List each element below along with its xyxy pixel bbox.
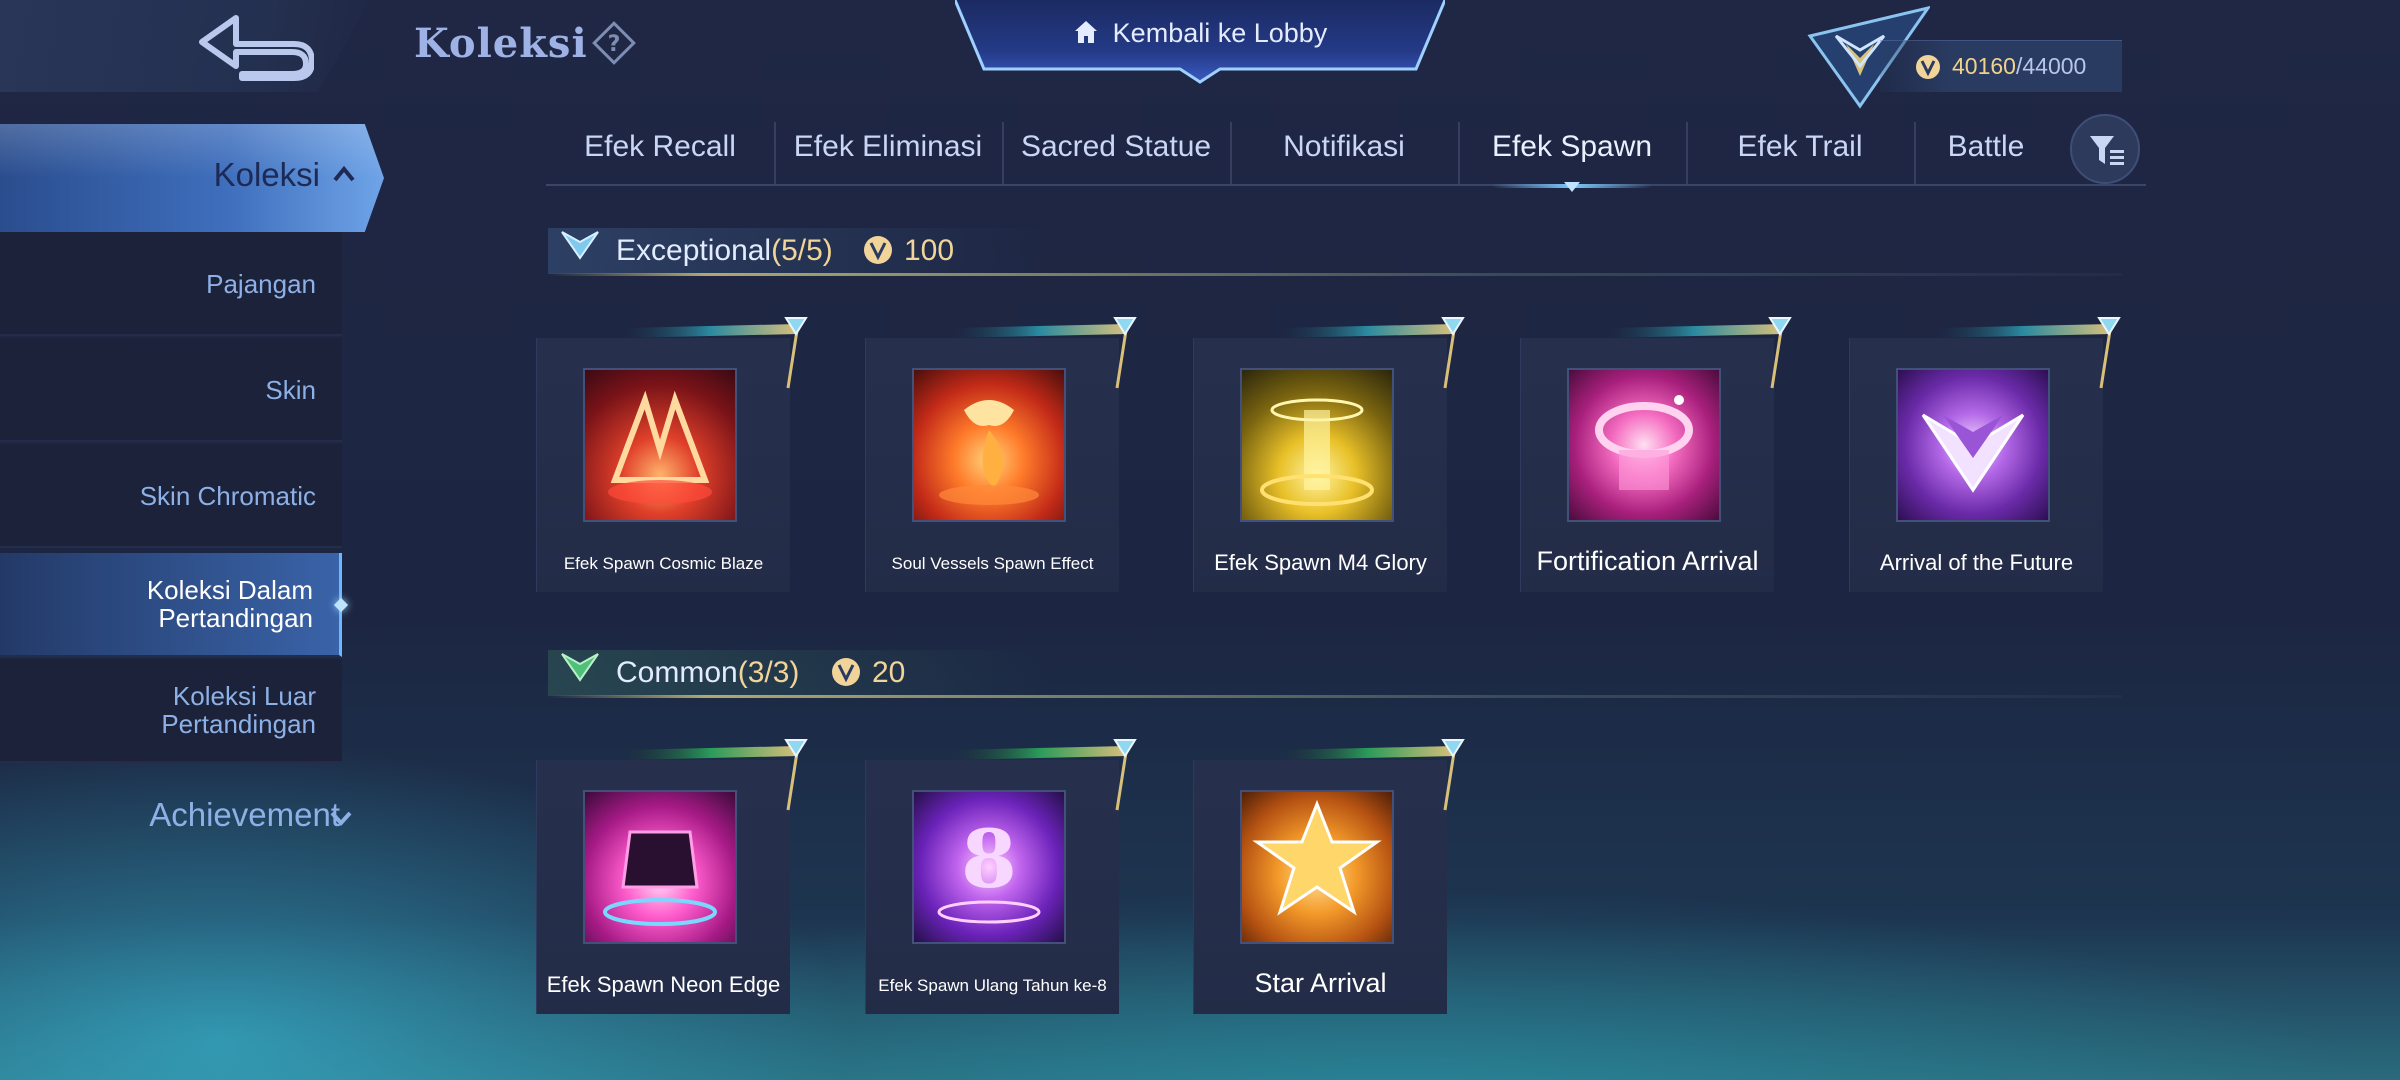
collection-item-card[interactable]: Star Arrival	[1193, 760, 1447, 1014]
coin-icon	[1916, 55, 1940, 79]
sidebar-achievement[interactable]: Achievement	[149, 796, 340, 834]
return-to-lobby-button[interactable]: Kembali ke Lobby	[955, 0, 1445, 84]
card-ribbon-band	[951, 746, 1127, 760]
back-button[interactable]	[0, 0, 370, 92]
sidebar-item-koleksi-luar-pertandingan[interactable]: Koleksi Luar Pertandingan	[0, 659, 342, 763]
sidebar-item-label: Skin Chromatic	[139, 481, 316, 511]
card-tier-gem-icon	[1441, 739, 1465, 758]
svg-text:?: ?	[608, 32, 621, 57]
item-name: Star Arrival	[1254, 968, 1387, 998]
common-tier-icon	[561, 653, 599, 682]
home-icon	[1074, 21, 1097, 43]
section-header-common: Common(3/3) 20	[548, 650, 2122, 698]
collection-item-card[interactable]: Soul Vessels Spawn Effect	[865, 338, 1119, 592]
soul-vessels-thumbnail	[912, 368, 1066, 522]
tab-label: Sacred Statue	[1020, 130, 1212, 163]
card-ribbon-band	[1279, 746, 1455, 760]
collection-item-card[interactable]: Efek Spawn Neon Edge	[536, 760, 790, 1014]
card-ribbon-band	[622, 324, 798, 338]
item-name: Efek Spawn Ulang Tahun ke-8	[878, 976, 1107, 995]
card-tier-gem-icon	[2097, 317, 2121, 336]
fortification-arrival-thumbnail	[1567, 368, 1721, 522]
card-ribbon-band	[1606, 324, 1782, 338]
collection-item-card[interactable]: 8 Efek Spawn Ulang Tahun ke-8	[865, 760, 1119, 1014]
filter-button[interactable]	[2070, 114, 2140, 184]
card-tier-gem-icon	[1441, 317, 1465, 336]
sidebar-main-koleksi[interactable]: Koleksi	[0, 124, 384, 232]
sidebar-item-skin-chromatic[interactable]: Skin Chromatic	[0, 444, 342, 548]
page-title: Koleksi	[414, 20, 588, 67]
sidebar-main-label: Koleksi	[213, 156, 320, 193]
item-name: Efek Spawn Neon Edge	[546, 972, 781, 997]
sidebar-item-label: Pajangan	[206, 269, 316, 299]
section-count: (5/5)	[771, 234, 833, 267]
item-name: Soul Vessels Spawn Effect	[891, 554, 1094, 573]
sidebar-item-label: Koleksi Dalam Pertandingan	[146, 575, 313, 633]
card-tier-gem-icon	[1113, 317, 1137, 336]
coin-icon	[832, 658, 860, 686]
help-icon[interactable]: ?	[590, 19, 638, 67]
card-ribbon-band	[951, 324, 1127, 338]
tab-label: Efek Eliminasi	[793, 130, 983, 163]
sidebar-item-label: Koleksi Luar Pertandingan	[161, 681, 316, 739]
item-name: Efek Spawn Cosmic Blaze	[563, 554, 764, 573]
sidebar-item-pajangan[interactable]: Pajangan	[0, 232, 342, 336]
m4-glory-thumbnail	[1240, 368, 1394, 522]
back-arrow-icon	[199, 15, 314, 81]
collection-item-card[interactable]: Arrival of the Future	[1849, 338, 2103, 592]
card-ribbon-band	[1279, 324, 1455, 338]
svg-text:8: 8	[961, 812, 1017, 906]
tab-efek-eliminasi[interactable]: Efek Eliminasi	[774, 120, 1002, 184]
tab-label: Notifikasi	[1283, 130, 1405, 163]
points-display: 40160/44000	[1880, 40, 2122, 92]
tab-efek-spawn[interactable]: Efek Spawn	[1458, 120, 1686, 192]
tab-label: Efek Recall	[584, 130, 736, 163]
star-arrival-thumbnail	[1240, 790, 1394, 944]
card-ribbon-band	[1935, 324, 2111, 338]
lobby-button-label: Kembali ke Lobby	[1112, 18, 1328, 48]
points-max: /44000	[2015, 53, 2087, 79]
card-tier-gem-icon	[1768, 317, 1792, 336]
sidebar-item-skin[interactable]: Skin	[0, 338, 342, 442]
tab-label: Efek Spawn	[1491, 130, 1653, 163]
item-name: Fortification Arrival	[1536, 546, 1759, 576]
filter-icon	[2090, 136, 2124, 165]
neon-edge-thumbnail	[583, 790, 737, 944]
tab-efek-trail[interactable]: Efek Trail	[1686, 120, 1914, 184]
card-tier-gem-icon	[784, 739, 808, 758]
tab-label: Efek Trail	[1737, 130, 1863, 163]
item-name: Arrival of the Future	[1879, 550, 2074, 575]
tab-battle[interactable]: Battle	[1914, 120, 2058, 184]
tab-active-marker-icon	[1564, 182, 1580, 192]
collection-item-card[interactable]: Fortification Arrival	[1520, 338, 1774, 592]
section-title: Exceptional	[616, 234, 772, 267]
tab-efek-recall[interactable]: Efek Recall	[546, 120, 774, 184]
card-tier-gem-icon	[784, 317, 808, 336]
points-current: 40160	[1952, 53, 2016, 79]
section-count: (3/3)	[737, 656, 800, 689]
ulang-tahun-thumbnail: 8	[912, 790, 1066, 944]
section-header-exceptional: Exceptional(5/5) 100	[548, 228, 2122, 276]
coin-icon	[864, 236, 892, 264]
section-title: Common	[616, 656, 738, 689]
tab-notifikasi[interactable]: Notifikasi	[1230, 120, 1458, 184]
cosmic-blaze-thumbnail	[583, 368, 737, 522]
section-cost: 100	[904, 234, 955, 267]
category-tabs: Efek Recall Efek Eliminasi Sacred Statue…	[546, 120, 2146, 192]
collection-item-card[interactable]: Efek Spawn Cosmic Blaze	[536, 338, 790, 592]
chevron-up-icon	[333, 165, 355, 182]
sidebar-item-label: Skin	[265, 375, 316, 405]
section-cost: 20	[872, 656, 906, 689]
card-tier-gem-icon	[1113, 739, 1137, 758]
tab-sacred-statue[interactable]: Sacred Statue	[1002, 120, 1230, 184]
card-ribbon-band	[622, 746, 798, 760]
exceptional-tier-icon	[561, 231, 599, 260]
tab-label: Battle	[1947, 130, 2025, 163]
sidebar-item-koleksi-dalam-pertandingan[interactable]: Koleksi Dalam Pertandingan	[0, 553, 342, 657]
collection-item-card[interactable]: Efek Spawn M4 Glory	[1193, 338, 1447, 592]
arrival-of-the-future-thumbnail	[1896, 368, 2050, 522]
chevron-down-icon[interactable]	[330, 810, 352, 826]
item-name: Efek Spawn M4 Glory	[1214, 550, 1427, 575]
